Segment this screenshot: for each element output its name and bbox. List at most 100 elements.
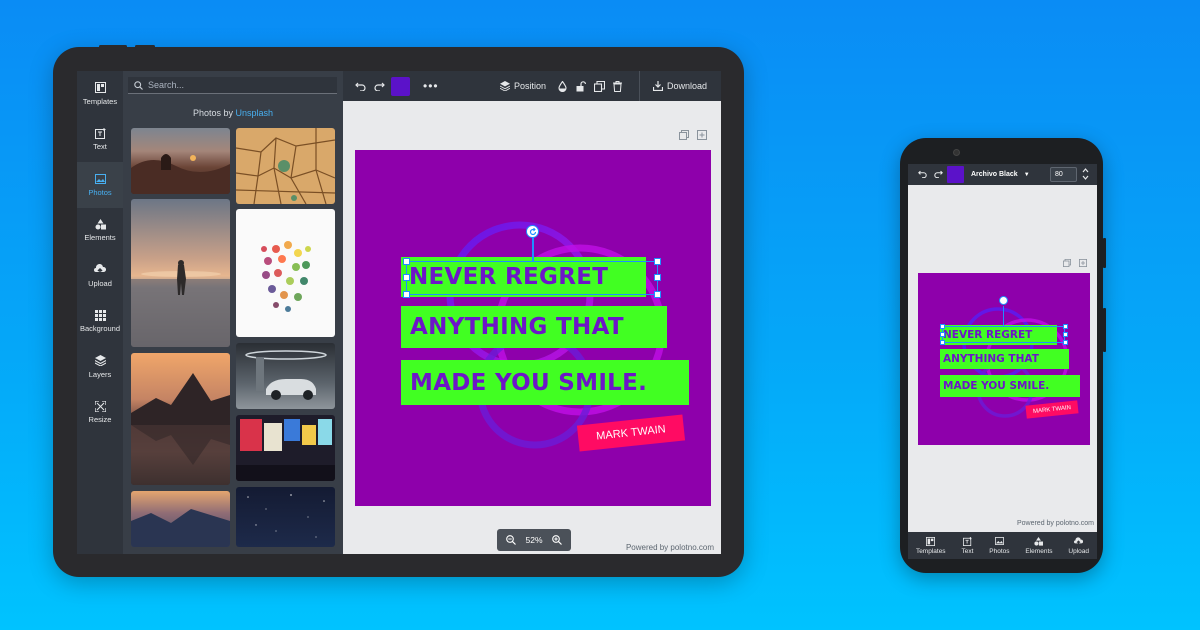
quote-line-2[interactable]: ANYTHING THAT (940, 349, 1069, 369)
nav-label: Text (961, 547, 974, 555)
sidebar-item-elements[interactable]: Elements (77, 208, 123, 254)
sidebar-item-upload[interactable]: Upload (77, 253, 123, 299)
design-canvas[interactable]: NEVER REGRET ANYTHING THAT MADE YOU SMIL… (918, 273, 1090, 445)
photo-thumbnail[interactable] (131, 353, 230, 485)
redo-icon (934, 170, 943, 179)
nav-item-text[interactable]: Text (961, 536, 974, 555)
download-label: Download (667, 81, 708, 91)
layers-icon (500, 81, 510, 91)
resize-handle[interactable] (1063, 332, 1068, 337)
powered-by[interactable]: Powered by polotno.com (626, 543, 714, 552)
search-icon (134, 80, 143, 90)
rotate-icon (529, 227, 536, 235)
download-button[interactable]: Download (653, 71, 707, 101)
photo-thumbnail[interactable] (236, 487, 335, 547)
resize-handle[interactable] (940, 324, 945, 329)
sidebar-item-layers[interactable]: Layers (77, 344, 123, 390)
resize-handle[interactable] (654, 258, 661, 265)
trash-icon (613, 80, 622, 92)
stepper-icon (1082, 168, 1089, 180)
photo-thumbnail[interactable] (236, 343, 335, 409)
photo-thumbnail[interactable] (131, 199, 230, 347)
sidebar-item-templates[interactable]: Templates (77, 71, 123, 117)
sidebar-item-resize[interactable]: Resize (77, 390, 123, 436)
font-family-select[interactable]: Archivo Black ▼ (971, 164, 1030, 185)
search-input[interactable]: Search... (128, 77, 337, 94)
sidebar-item-photos[interactable]: Photos (77, 162, 123, 208)
photo-thumbnail[interactable] (236, 128, 335, 204)
duplicate-page-button[interactable] (679, 127, 689, 145)
quote-line-2[interactable]: ANYTHING THAT (401, 306, 667, 348)
resize-handle[interactable] (654, 291, 661, 298)
sidebar-item-label: Resize (88, 415, 112, 425)
rotate-handle[interactable] (526, 225, 539, 238)
resize-handle[interactable] (940, 332, 945, 337)
tablet-button (99, 45, 127, 48)
more-icon: ••• (423, 79, 439, 93)
rotate-handle[interactable] (999, 296, 1008, 305)
undo-button[interactable] (918, 170, 927, 180)
more-options-button[interactable]: ••• (423, 71, 439, 101)
photo-thumbnail[interactable] (131, 491, 230, 547)
photo-thumbnail[interactable] (236, 415, 335, 481)
resize-handle[interactable] (1063, 324, 1068, 329)
unsplash-link[interactable]: Unsplash (236, 108, 274, 118)
sidebar-item-background[interactable]: Background (77, 299, 123, 345)
layers-icon (94, 355, 106, 367)
mobile-toolbar: Archivo Black ▼ 80 (908, 164, 1097, 185)
resize-handle[interactable] (403, 291, 410, 298)
add-page-button[interactable] (697, 127, 707, 145)
add-page-icon (1079, 259, 1087, 267)
redo-button[interactable] (934, 170, 943, 180)
fill-color-swatch[interactable] (947, 166, 964, 183)
add-page-icon (697, 130, 707, 140)
redo-icon (374, 82, 385, 91)
delete-button[interactable] (613, 71, 622, 101)
nav-item-upload[interactable]: Upload (1068, 536, 1089, 555)
photo-thumbnail[interactable] (131, 128, 230, 194)
rotation-stem (1003, 306, 1004, 326)
duplicate-button[interactable] (594, 71, 605, 101)
photo-thumbnail[interactable] (236, 209, 335, 337)
quote-line-3[interactable]: MADE YOU SMILE. (940, 375, 1080, 397)
lock-button[interactable] (576, 71, 586, 101)
design-canvas[interactable]: NEVER REGRET ANYTHING THAT MADE YOU SMIL… (355, 150, 711, 506)
sidebar-item-label: Photos (88, 187, 112, 197)
elements-icon (1034, 536, 1044, 546)
upload-icon (94, 264, 106, 276)
redo-button[interactable] (374, 71, 385, 101)
position-label: Position (514, 81, 547, 91)
editor-screen: Templates Text Photos Elements Upload Ba… (77, 71, 721, 554)
selection-frame (406, 261, 658, 295)
zoom-in-icon[interactable] (552, 535, 563, 545)
font-size-stepper[interactable] (1082, 167, 1089, 183)
nav-item-photos[interactable]: Photos (989, 537, 1010, 555)
resize-handle[interactable] (1063, 340, 1068, 345)
undo-button[interactable] (355, 71, 366, 101)
resize-handle[interactable] (654, 274, 661, 281)
position-button[interactable]: Position (500, 71, 546, 101)
resize-handle[interactable] (403, 258, 410, 265)
quote-line-3[interactable]: MADE YOU SMILE. (401, 360, 689, 405)
resize-handle[interactable] (403, 274, 410, 281)
transparency-button[interactable] (558, 71, 567, 101)
zoom-out-icon[interactable] (505, 535, 516, 545)
sidebar-item-text[interactable]: Text (77, 117, 123, 163)
fill-color-button[interactable] (391, 71, 410, 101)
nav-item-templates[interactable]: Templates (916, 536, 946, 555)
tablet-device: Templates Text Photos Elements Upload Ba… (53, 45, 744, 577)
nav-item-elements[interactable]: Elements (1025, 536, 1053, 555)
photos-panel-title: Photos by Unsplash (123, 108, 343, 118)
nav-label: Photos (989, 547, 1010, 555)
sidebar-item-label: Layers (88, 369, 112, 379)
powered-by[interactable]: Powered by polotno.com (1017, 520, 1094, 527)
duplicate-page-button[interactable] (1063, 254, 1071, 272)
font-size-input[interactable]: 80 (1050, 167, 1077, 182)
duplicate-icon (594, 80, 605, 92)
sidebar-item-label: Upload (88, 278, 112, 288)
sidebar-item-label: Text (93, 142, 107, 152)
resize-handle[interactable] (940, 340, 945, 345)
background-icon (94, 309, 106, 321)
add-page-button[interactable] (1079, 254, 1087, 272)
undo-icon (355, 82, 366, 91)
